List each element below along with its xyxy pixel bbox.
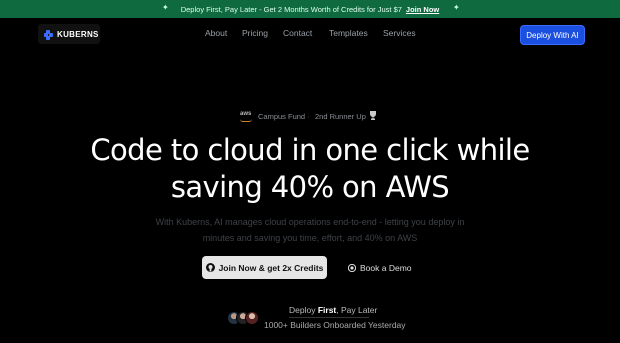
banner-join-link[interactable]: Join Now: [406, 5, 439, 14]
runner-up-label: 2nd Runner Up: [315, 112, 366, 121]
hero-subtext: With Kuberns, AI manages cloud operation…: [140, 214, 480, 246]
award-row: aws Campus Fund · 2nd Runner Up: [0, 111, 620, 123]
campus-fund-label: Campus Fund: [258, 112, 306, 121]
join-now-button[interactable]: Join Now & get 2x Credits: [202, 256, 327, 279]
banner-text: Deploy First, Pay Later - Get 2 Months W…: [180, 4, 402, 14]
avatar-group: [227, 311, 261, 327]
star-icon: ✦: [162, 3, 169, 12]
nav-link-templates[interactable]: Templates: [329, 28, 368, 38]
deploy-with-ai-button[interactable]: Deploy With AI: [520, 25, 585, 45]
nav-link-contact[interactable]: Contact: [283, 28, 312, 38]
hero-headline: Code to cloud in one click while saving …: [0, 132, 620, 206]
nav-link-pricing[interactable]: Pricing: [242, 28, 268, 38]
separator-dot: ·: [307, 112, 310, 121]
subtext-line-2: minutes and saving you time, effort, and…: [202, 233, 418, 243]
star-icon: ✦: [453, 3, 460, 12]
github-icon: [205, 263, 215, 272]
trophy-icon: [370, 111, 376, 120]
calendar-icon: [348, 264, 356, 272]
headline-line-1: Code to cloud in one click while: [90, 133, 530, 167]
kuberns-logo[interactable]: KUBERNS: [38, 24, 100, 44]
nav-link-services[interactable]: Services: [383, 28, 416, 38]
builders-count: 1000+ Builders Onboarded Yesterday: [264, 320, 406, 330]
first-word: First: [317, 305, 337, 315]
book-demo-button[interactable]: Book a Demo: [348, 261, 412, 275]
promo-banner: ✦ Deploy First, Pay Later - Get 2 Months…: [0, 0, 620, 18]
deploy-first-tagline: Deploy First, Pay Later: [289, 305, 377, 318]
join-now-label: Join Now & get 2x Credits: [218, 262, 324, 273]
top-nav: KUBERNS About Pricing Contact Templates …: [0, 18, 620, 52]
aws-logo: aws: [240, 111, 253, 122]
kuberns-logo-icon: [44, 29, 53, 40]
book-demo-label: Book a Demo: [360, 263, 412, 273]
logo-text: KUBERNS: [57, 29, 99, 39]
avatar: [245, 311, 259, 325]
headline-line-2: saving 40% on AWS: [170, 170, 450, 204]
nav-link-about[interactable]: About: [205, 28, 227, 38]
subtext-line-1: With Kuberns, AI manages cloud operation…: [155, 217, 465, 227]
